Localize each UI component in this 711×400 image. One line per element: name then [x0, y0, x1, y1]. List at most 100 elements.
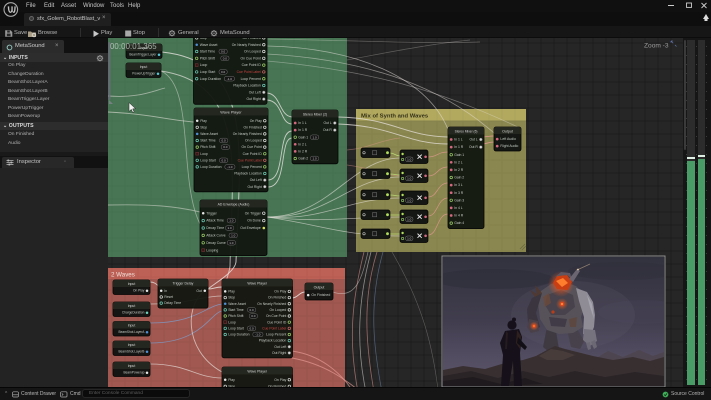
svg-text:1.0: 1.0: [229, 241, 234, 245]
svg-text:Wave Player: Wave Player: [247, 369, 268, 373]
svg-text:Pitch Shift: Pitch Shift: [200, 145, 215, 149]
svg-text:Wave Player: Wave Player: [220, 110, 242, 114]
svg-text:In 3 R: In 3 R: [454, 191, 464, 195]
svg-text:On Finished: On Finished: [311, 293, 330, 297]
svg-text:ChargeDuration: ChargeDuration: [122, 311, 145, 315]
svg-text:BeamShot.LayerA: BeamShot.LayerA: [119, 330, 146, 334]
svg-text:0.0: 0.0: [250, 308, 255, 312]
svg-text:On Looped: On Looped: [245, 139, 262, 143]
svg-text:0.0: 0.0: [222, 139, 227, 143]
svg-text:0.0: 0.0: [221, 50, 226, 54]
svg-text:Input: Input: [140, 65, 148, 69]
svg-text:Looping: Looping: [206, 248, 218, 252]
svg-text:Zoom -3: Zoom -3: [644, 43, 669, 50]
svg-text:Loop Start: Loop Start: [228, 326, 244, 330]
svg-text:Gain 2: Gain 2: [298, 157, 308, 161]
svg-text:In 1 R: In 1 R: [298, 128, 308, 132]
svg-text:Play: Play: [200, 29, 207, 33]
svg-text:Loop: Loop: [200, 63, 208, 67]
svg-text:Out Left: Out Left: [250, 178, 262, 182]
svg-text:Out Right: Out Right: [272, 351, 286, 355]
svg-text:In 1 L: In 1 L: [298, 121, 307, 125]
svg-text:Gain 1: Gain 1: [454, 153, 464, 157]
svg-text:On Play: On Play: [249, 29, 261, 33]
svg-text:Reset: Reset: [164, 295, 173, 299]
svg-text:Input: Input: [128, 343, 136, 347]
svg-text:Attack Time: Attack Time: [206, 219, 224, 223]
svg-text:Play: Play: [200, 119, 207, 123]
svg-text:Right Audio: Right Audio: [500, 144, 518, 148]
svg-text:Stop: Stop: [200, 36, 207, 40]
svg-text:Out Right: Out Right: [246, 97, 260, 101]
svg-text:Cue Point Label: Cue Point Label: [238, 158, 262, 162]
svg-text:BeamTrigger.Layer: BeamTrigger.Layer: [129, 53, 157, 57]
svg-text:On Cue Point: On Cue Point: [241, 145, 261, 149]
svg-text:Input: Input: [128, 282, 136, 286]
svg-text:On Finished: On Finished: [268, 296, 286, 300]
svg-text:Loop Duration: Loop Duration: [200, 77, 221, 81]
svg-text:Left Audio: Left Audio: [500, 137, 516, 141]
svg-text:Delay Time: Delay Time: [164, 301, 181, 305]
svg-text:Out Left: Out Left: [249, 90, 261, 94]
svg-text:In 3 L: In 3 L: [454, 183, 463, 187]
svg-text:Out: Out: [196, 289, 202, 293]
svg-text:1.0: 1.0: [312, 135, 317, 139]
svg-text:On Play: On Play: [274, 378, 286, 382]
svg-text:Loop Percent: Loop Percent: [241, 77, 261, 81]
svg-text:Loop Percent: Loop Percent: [266, 333, 286, 337]
svg-text:Stereo Mixer (2): Stereo Mixer (2): [303, 112, 327, 116]
svg-text:In 4 R: In 4 R: [454, 214, 464, 218]
svg-text:Out R: Out R: [469, 145, 478, 149]
svg-text:Playback Location: Playback Location: [233, 84, 261, 88]
svg-text:On Nearly Finished: On Nearly Finished: [233, 132, 262, 136]
svg-text:Loop: Loop: [200, 152, 208, 156]
svg-text:Loop Duration: Loop Duration: [228, 333, 249, 337]
svg-text:Loop Start: Loop Start: [200, 158, 216, 162]
svg-text:Loop: Loop: [228, 320, 236, 324]
svg-text:Wave Player: Wave Player: [247, 281, 268, 285]
svg-text:1.0: 1.0: [228, 226, 233, 230]
svg-text:-1.0: -1.0: [227, 165, 233, 169]
svg-text:Input: Input: [128, 364, 136, 368]
svg-text:On Nearly Finished: On Nearly Finished: [232, 43, 261, 47]
svg-text:On Finished: On Finished: [244, 125, 262, 129]
svg-text:On Cue Point: On Cue Point: [240, 56, 260, 60]
svg-text:Out Left: Out Left: [274, 345, 286, 349]
svg-text:Start Time: Start Time: [200, 139, 216, 143]
svg-text:-1.0: -1.0: [255, 333, 261, 337]
svg-text:0.0: 0.0: [250, 326, 255, 330]
svg-text:1.0: 1.0: [407, 218, 412, 222]
svg-text:Out Right: Out Right: [247, 185, 261, 189]
svg-text:Mix of Synth and Waves: Mix of Synth and Waves: [361, 113, 429, 119]
svg-text:Attack Curve: Attack Curve: [206, 233, 226, 237]
svg-text:In: In: [164, 289, 167, 293]
svg-text:Wave Asset: Wave Asset: [200, 43, 218, 47]
svg-text:2 Waves: 2 Waves: [111, 272, 135, 279]
svg-text:Cue Point ID: Cue Point ID: [243, 152, 263, 156]
svg-text:Loop Duration: Loop Duration: [200, 165, 221, 169]
svg-text:Pitch Shift: Pitch Shift: [228, 314, 243, 318]
svg-text:Out L: Out L: [470, 138, 478, 142]
svg-text:On Looped: On Looped: [270, 308, 287, 312]
svg-text:On Play: On Play: [274, 290, 286, 294]
svg-text:BeamShot.LayerB: BeamShot.LayerB: [119, 350, 145, 354]
svg-text:Gain 1: Gain 1: [298, 135, 308, 139]
svg-text:Trigger Delay: Trigger Delay: [173, 281, 194, 285]
svg-text:1.0: 1.0: [407, 199, 412, 203]
svg-text:0.0: 0.0: [222, 158, 227, 162]
svg-text:In 1 L: In 1 L: [454, 138, 463, 142]
svg-text:0.0: 0.0: [251, 314, 256, 318]
svg-text:Play: Play: [228, 290, 235, 294]
svg-text:1.0: 1.0: [407, 237, 412, 241]
svg-text:On Done: On Done: [247, 219, 261, 223]
svg-text:In 2 R: In 2 R: [454, 168, 464, 172]
svg-text:Stereo Mixer (6): Stereo Mixer (6): [455, 129, 478, 133]
svg-text:BeamPowerup: BeamPowerup: [123, 371, 144, 375]
svg-text:Playback Location: Playback Location: [259, 339, 287, 343]
svg-text:Loop Percent: Loop Percent: [242, 165, 262, 169]
svg-text:Output: Output: [502, 129, 513, 133]
svg-text:Input: Input: [128, 324, 136, 328]
svg-text:Stop: Stop: [228, 296, 235, 300]
svg-text:On Looped: On Looped: [244, 50, 261, 54]
svg-text:Stop: Stop: [200, 125, 207, 129]
